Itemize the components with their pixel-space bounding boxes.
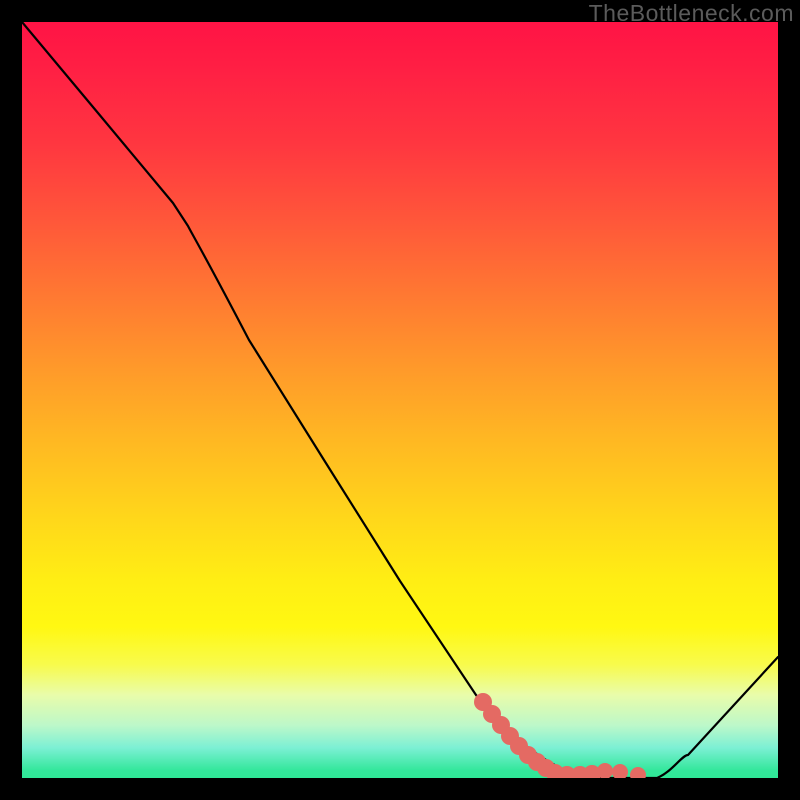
plot-area (22, 22, 778, 778)
chart-overlay (22, 22, 778, 778)
watermark-text: TheBottleneck.com (589, 0, 794, 27)
chart-container: TheBottleneck.com (0, 0, 800, 800)
bottleneck-curve (22, 22, 778, 778)
highlight-points (474, 693, 646, 778)
